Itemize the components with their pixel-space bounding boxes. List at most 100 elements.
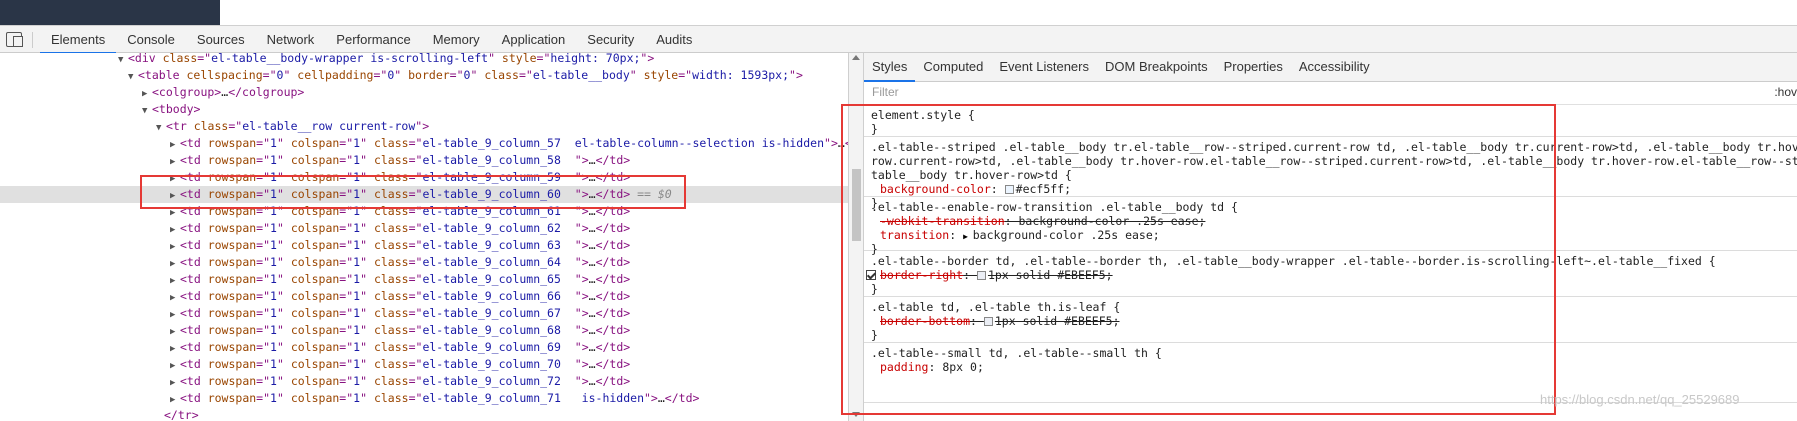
dom-token: =" — [408, 221, 423, 235]
dom-token: "> — [574, 289, 589, 303]
tab-performance[interactable]: Performance — [325, 26, 421, 54]
dom-token: =" — [408, 340, 423, 354]
dom-node-line[interactable]: ▶ <td rowspan="1" colspan="1" class="el-t… — [0, 305, 848, 322]
dom-node-line[interactable]: ▶ <td rowspan="1" colspan="1" class="el-t… — [0, 322, 848, 339]
dom-token: " — [360, 340, 374, 354]
dom-node-line[interactable]: ▶ <td rowspan="1" colspan="1" class="el-t… — [0, 390, 848, 407]
dom-node-line[interactable]: ▶ <td rowspan="1" colspan="1" class="el-t… — [0, 271, 848, 288]
dom-token: =" — [339, 153, 354, 167]
dom-token: =" — [256, 136, 271, 150]
dom-token: 1 — [270, 340, 277, 354]
dom-token: el-table_9_column_62 — [422, 221, 575, 235]
dom-token: " — [488, 53, 502, 65]
dom-token: "> — [574, 374, 589, 388]
dom-token: "> — [574, 323, 589, 337]
dom-token: el-table_9_column_57 el-table-column--se… — [422, 136, 825, 150]
dom-token: … — [588, 323, 596, 337]
dom-token: </td> — [595, 255, 631, 269]
dom-token: <tbody> — [152, 102, 201, 116]
dom-token: =" — [256, 391, 271, 405]
dom-token: =" — [339, 255, 354, 269]
dom-token: " — [360, 289, 374, 303]
dom-node-line[interactable]: ▼ <table cellspacing="0" cellpadding="0" … — [0, 67, 848, 84]
dom-token: "> — [640, 53, 655, 65]
dom-token: class — [373, 272, 409, 286]
subtab-accessibility[interactable]: Accessibility — [1291, 53, 1378, 82]
dom-token: colspan — [290, 255, 340, 269]
subtab-styles[interactable]: Styles — [864, 53, 916, 82]
dom-token: 1 — [270, 391, 277, 405]
dom-token: rowspan — [207, 374, 257, 388]
tab-network[interactable]: Network — [256, 26, 326, 54]
hov-toggle[interactable]: :hov — [1774, 85, 1797, 99]
tab-elements[interactable]: Elements — [40, 26, 117, 54]
dom-token: 1 — [270, 374, 277, 388]
dom-node-line[interactable]: ▶ <td rowspan="1" colspan="1" class="el-t… — [0, 220, 848, 237]
subtab-event-listeners[interactable]: Event Listeners — [991, 53, 1097, 82]
dom-node-line[interactable]: ▶ <td rowspan="1" colspan="1" class="el-t… — [0, 339, 848, 356]
dom-node-line[interactable]: ▼ <tr class="el-table__row current-row"> — [0, 118, 848, 135]
dom-token: " — [360, 136, 374, 150]
dom-token: rowspan — [207, 289, 257, 303]
dom-token: colspan — [290, 289, 340, 303]
dom-token: " — [360, 221, 374, 235]
dom-token: colspan — [290, 221, 340, 235]
dom-token: rowspan — [207, 255, 257, 269]
tab-sources[interactable]: Sources — [186, 26, 256, 54]
dom-token: rowspan — [207, 221, 257, 235]
dom-node-line[interactable]: ▶ <td rowspan="1" colspan="1" class="el-t… — [0, 152, 848, 169]
dom-node-line[interactable]: ▶ <td rowspan="1" colspan="1" class="el-t… — [0, 237, 848, 254]
tab-audits[interactable]: Audits — [645, 26, 703, 54]
page-header-dark — [0, 0, 220, 25]
dom-token: </colgroup> — [228, 85, 305, 99]
dom-node-line[interactable]: ▶ <td rowspan="1" colspan="1" class="el-t… — [0, 254, 848, 271]
tab-memory[interactable]: Memory — [422, 26, 491, 54]
dom-node-line[interactable]: ▶ <td rowspan="1" colspan="1" class="el-t… — [0, 356, 848, 373]
dom-token: </td> — [595, 289, 631, 303]
dom-token: cellspacing — [186, 68, 263, 82]
dom-token: colspan — [290, 323, 340, 337]
dom-token: cellpadding — [297, 68, 374, 82]
dom-node-line[interactable]: ▶ <td rowspan="1" colspan="1" class="el-t… — [0, 135, 848, 152]
dom-token: el-table__body-wrapper is-scrolling-left — [211, 53, 489, 65]
dom-token: =" — [256, 289, 271, 303]
dom-token: … — [588, 374, 596, 388]
dom-token: 1 — [270, 289, 277, 303]
scroll-up-icon[interactable] — [852, 55, 860, 60]
device-toolbar-icon[interactable] — [6, 32, 23, 47]
tab-console[interactable]: Console — [116, 26, 186, 54]
dom-token: =" — [408, 272, 423, 286]
dom-token: <td — [180, 153, 208, 167]
watermark: https://blog.csdn.net/qq_25529689 — [1540, 392, 1740, 407]
dom-token: </td> — [595, 153, 631, 167]
dom-token: =" — [339, 136, 354, 150]
dom-node-line[interactable]: ▼ <tbody> — [0, 101, 848, 118]
dom-token: style — [501, 53, 537, 65]
dom-token: </td> — [595, 374, 631, 388]
subtab-properties[interactable]: Properties — [1216, 53, 1291, 82]
dom-token: <td — [180, 289, 208, 303]
dom-node-line[interactable]: ▶ <td rowspan="1" colspan="1" class="el-t… — [0, 288, 848, 305]
dom-token: el-table_9_column_68 — [422, 323, 575, 337]
dom-token: width: 1593px; — [692, 68, 790, 82]
dom-token: =" — [408, 136, 423, 150]
dom-token: =" — [408, 255, 423, 269]
dom-node-line[interactable]: ▶ <td rowspan="1" colspan="1" class="el-t… — [0, 373, 848, 390]
dom-node-line[interactable]: ▼ <div class="el-table__body-wrapper is-s… — [0, 53, 848, 67]
devtools-toolbar: Elements Console Sources Network Performance… — [0, 25, 1797, 54]
dom-token: rowspan — [207, 136, 257, 150]
dom-token: colspan — [290, 391, 340, 405]
dom-token: el-table__body — [532, 68, 630, 82]
dom-token: el-table_9_column_58 — [422, 153, 575, 167]
dom-token: <tr — [166, 119, 194, 133]
elements-tree[interactable]: ▼ <div class="el-table__body-wrapper is-s… — [0, 53, 848, 421]
dom-node-line[interactable]: ▶ <colgroup>…</colgroup> — [0, 84, 848, 101]
tab-application[interactable]: Application — [491, 26, 577, 54]
filter-input[interactable]: Filter — [872, 85, 899, 99]
subtab-computed[interactable]: Computed — [915, 53, 991, 82]
dom-token: rowspan — [207, 357, 257, 371]
dom-node-line[interactable]: </tr> — [0, 407, 848, 421]
dom-token: </td> — [595, 357, 631, 371]
tab-security[interactable]: Security — [576, 26, 645, 54]
subtab-dom-breakpoints[interactable]: DOM Breakpoints — [1097, 53, 1216, 82]
